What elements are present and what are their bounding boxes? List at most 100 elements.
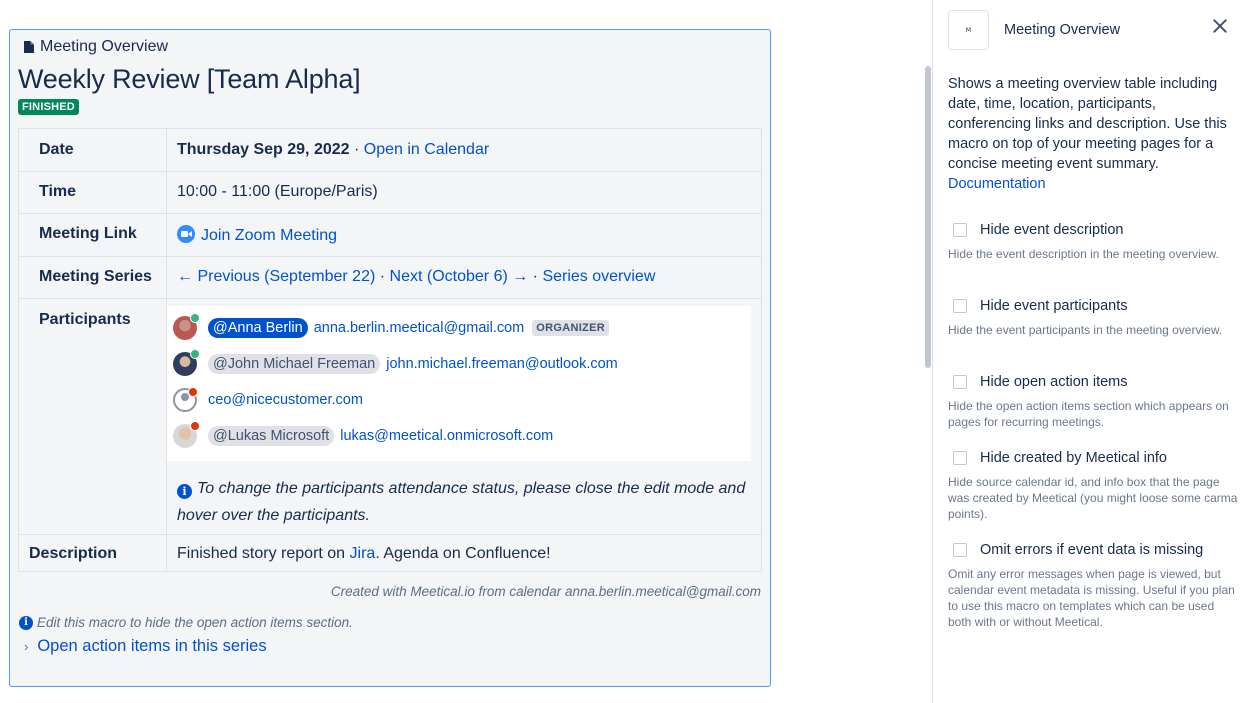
- edit-macro-note-text: Edit this macro to hide the open action …: [37, 615, 353, 630]
- chevron-right-icon: ›: [24, 639, 29, 654]
- participant-email[interactable]: lukas@meetical.onmicrosoft.com: [340, 428, 553, 444]
- option-help: Hide source calendar id, and info box th…: [948, 475, 1238, 521]
- participants-hint-text: To change the participants attendance st…: [177, 480, 746, 524]
- meetical-logo: M: [948, 10, 989, 50]
- date-value: Thursday Sep 29, 2022: [177, 141, 350, 158]
- meetical-logo-text: M: [965, 26, 972, 34]
- meeting-series-label: Meeting Series: [18, 256, 167, 299]
- meeting-table: Date Thursday Sep 29, 2022 · Open in Cal…: [18, 128, 762, 572]
- participant-row: @Anna Berlin anna.berlin.meetical@gmail.…: [167, 310, 751, 346]
- documentation-link[interactable]: Documentation: [948, 176, 1046, 192]
- participant-email[interactable]: anna.berlin.meetical@gmail.com: [314, 320, 525, 336]
- date-cell: Thursday Sep 29, 2022 · Open in Calendar: [166, 128, 762, 172]
- avatar[interactable]: [173, 313, 200, 340]
- separator: ·: [375, 268, 390, 285]
- checkbox[interactable]: [953, 375, 967, 389]
- description-text: Finished story report on: [177, 545, 350, 562]
- description-label: Description: [18, 534, 167, 572]
- option-hide-participants: Hide event participants Hide the event p…: [948, 298, 1240, 338]
- option-row[interactable]: Omit errors if event data is missing: [948, 542, 1240, 558]
- participant-email[interactable]: ceo@nicecustomer.com: [208, 392, 363, 408]
- option-label: Hide open action items: [980, 374, 1128, 390]
- participants-hint: i To change the participants attendance s…: [177, 475, 757, 529]
- table-row-participants: Participants @Anna Berlin anna.berlin.me…: [18, 298, 762, 535]
- participant-row: @Lukas Microsoft lukas@meetical.onmicros…: [167, 418, 751, 454]
- user-mention[interactable]: @John Michael Freeman: [208, 354, 381, 374]
- participants-cell: @Anna Berlin anna.berlin.meetical@gmail.…: [166, 298, 762, 535]
- user-mention[interactable]: @Anna Berlin: [208, 318, 308, 338]
- option-hide-created-info: Hide created by Meetical info Hide sourc…: [948, 450, 1240, 522]
- participants-list: @Anna Berlin anna.berlin.meetical@gmail.…: [167, 306, 751, 461]
- meeting-link-cell: Join Zoom Meeting: [166, 213, 762, 257]
- zoom-icon: [177, 225, 195, 243]
- table-row-date: Date Thursday Sep 29, 2022 · Open in Cal…: [18, 128, 762, 172]
- series-overview-link[interactable]: Series overview: [542, 268, 655, 285]
- option-hide-action-items: Hide open action items Hide the open act…: [948, 374, 1240, 430]
- option-row[interactable]: Hide open action items: [948, 374, 1240, 390]
- separator: ·: [349, 141, 364, 158]
- open-action-items-label: Open action items in this series: [37, 637, 267, 655]
- meeting-title: Weekly Review [Team Alpha]: [18, 64, 361, 94]
- open-calendar-link[interactable]: Open in Calendar: [364, 141, 489, 158]
- time-value: 10:00 - 11:00 (Europe/Paris): [166, 171, 762, 214]
- table-row-meeting-link: Meeting Link Join Zoom Meeting: [18, 213, 762, 257]
- option-help: Hide the event description in the meetin…: [948, 247, 1219, 261]
- checkbox[interactable]: [953, 299, 967, 313]
- avatar[interactable]: [173, 421, 200, 448]
- option-label: Hide event description: [980, 222, 1124, 238]
- macro-header: Meeting Overview: [24, 38, 168, 56]
- participants-label: Participants: [18, 298, 167, 535]
- accepted-status-icon: [190, 313, 200, 323]
- meeting-overview-macro[interactable]: Meeting Overview Weekly Review [Team Alp…: [9, 29, 771, 687]
- macro-header-label: Meeting Overview: [40, 38, 169, 55]
- user-mention[interactable]: @Lukas Microsoft: [208, 426, 335, 446]
- meeting-series-cell: ← Previous (September 22) · Next (Octobe…: [166, 256, 762, 299]
- avatar[interactable]: [173, 349, 200, 376]
- default-avatar-icon[interactable]: [173, 387, 198, 412]
- previous-meeting-link[interactable]: ← Previous (September 22): [177, 268, 375, 285]
- participant-email[interactable]: john.michael.freeman@outlook.com: [386, 356, 618, 372]
- document-icon: [24, 41, 34, 53]
- option-omit-errors: Omit errors if event data is missing Omi…: [948, 542, 1240, 630]
- join-zoom-label: Join Zoom Meeting: [201, 227, 338, 244]
- time-label: Time: [18, 171, 167, 214]
- declined-status-icon: [190, 421, 200, 431]
- meeting-link-label: Meeting Link: [18, 213, 167, 257]
- checkbox[interactable]: [953, 543, 967, 557]
- created-with-note: Created with Meetical.io from calendar a…: [330, 584, 761, 599]
- scrollbar[interactable]: [925, 66, 931, 368]
- macro-config-panel: M Meeting Overview Shows a meeting overv…: [932, 0, 1246, 703]
- edit-macro-note: i Edit this macro to hide the open actio…: [19, 615, 353, 630]
- panel-title: Meeting Overview: [1004, 22, 1121, 38]
- option-row[interactable]: Hide created by Meetical info: [948, 450, 1240, 466]
- participant-row: ceo@nicecustomer.com: [167, 382, 751, 418]
- option-label: Hide created by Meetical info: [980, 450, 1167, 466]
- join-zoom-link[interactable]: Join Zoom Meeting: [177, 225, 338, 244]
- date-label: Date: [18, 128, 167, 172]
- option-row[interactable]: Hide event participants: [948, 298, 1240, 314]
- checkbox[interactable]: [953, 451, 967, 465]
- option-label: Omit errors if event data is missing: [980, 542, 1204, 558]
- open-action-items-expander[interactable]: › Open action items in this series: [24, 637, 267, 656]
- checkbox[interactable]: [953, 223, 967, 237]
- description-text: . Agenda on Confluence!: [375, 545, 551, 562]
- option-help: Omit any error messages when page is vie…: [948, 567, 1235, 629]
- table-row-description: Description Finished story report on Jir…: [18, 534, 762, 572]
- description-cell: Finished story report on Jira. Agenda on…: [166, 534, 762, 572]
- organizer-badge: ORGANIZER: [532, 320, 609, 336]
- option-hide-description: Hide event description Hide the event de…: [948, 222, 1240, 262]
- option-row[interactable]: Hide event description: [948, 222, 1240, 238]
- option-help: Hide the event participants in the meeti…: [948, 323, 1223, 337]
- table-row-time: Time 10:00 - 11:00 (Europe/Paris): [18, 171, 762, 214]
- participant-row: @John Michael Freeman john.michael.freem…: [167, 346, 751, 382]
- table-row-meeting-series: Meeting Series ← Previous (September 22)…: [18, 256, 762, 299]
- option-label: Hide event participants: [980, 298, 1128, 314]
- panel-description-text: Shows a meeting overview table including…: [948, 76, 1227, 172]
- jira-link[interactable]: Jira: [350, 545, 376, 562]
- option-help: Hide the open action items section which…: [948, 399, 1229, 429]
- accepted-status-icon: [190, 349, 200, 359]
- declined-status-icon: [188, 387, 198, 397]
- separator: ·: [528, 268, 543, 285]
- close-icon[interactable]: [1210, 16, 1230, 36]
- next-meeting-link[interactable]: Next (October 6) →: [390, 268, 529, 285]
